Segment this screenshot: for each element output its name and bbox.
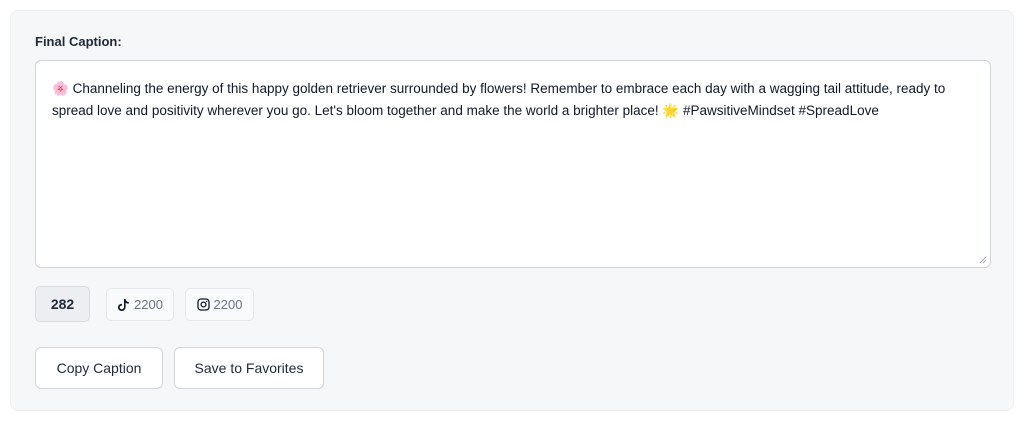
character-count-badge: 282 — [35, 286, 90, 322]
instagram-limit-badge: 2200 — [185, 288, 254, 321]
caption-body: Channeling the energy of this happy gold… — [52, 81, 946, 118]
caption-prefix-emoji: 🌸 — [52, 81, 69, 96]
resize-grip-icon[interactable] — [979, 256, 987, 264]
instagram-limit: 2200 — [213, 297, 243, 312]
caption-text: 🌸 Channeling the energy of this happy go… — [52, 78, 974, 122]
tiktok-limit-badge: 2200 — [106, 288, 174, 321]
final-caption-label: Final Caption: — [35, 34, 122, 49]
save-to-favorites-button[interactable]: Save to Favorites — [174, 347, 324, 389]
tiktok-limit: 2200 — [134, 297, 163, 312]
caption-textarea[interactable]: 🌸 Channeling the energy of this happy go… — [35, 60, 991, 268]
instagram-icon — [196, 298, 210, 311]
tiktok-icon — [117, 298, 130, 312]
caption-panel: Final Caption: 🌸 Channeling the energy o… — [10, 10, 1014, 411]
character-count: 282 — [50, 296, 75, 312]
copy-caption-button[interactable]: Copy Caption — [35, 347, 163, 389]
